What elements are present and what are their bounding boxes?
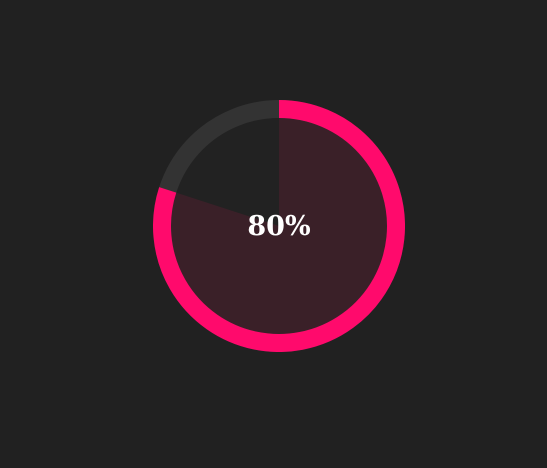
stage: 80% [0,0,547,468]
circular-progress [153,100,405,352]
